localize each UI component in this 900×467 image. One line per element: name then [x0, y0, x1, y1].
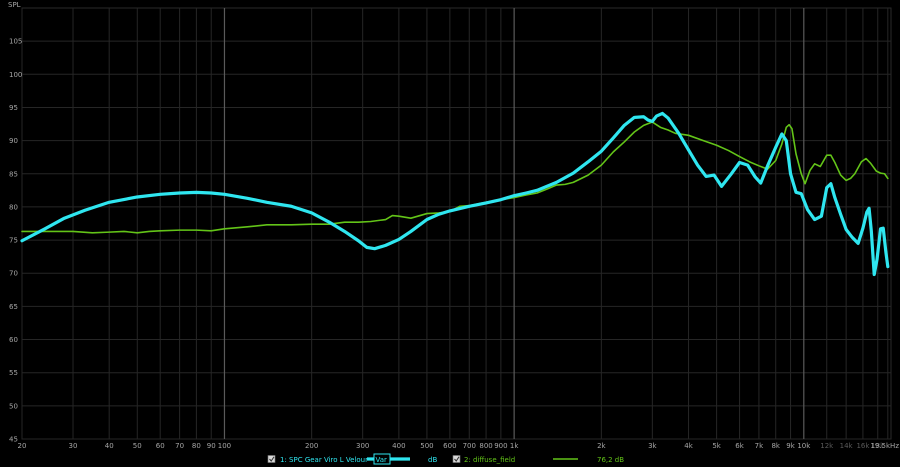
x-tick-label: 3k	[648, 442, 657, 450]
x-tick-label: 400	[392, 442, 405, 450]
x-tick-label: 50	[133, 442, 142, 450]
y-tick-label: 90	[9, 137, 18, 145]
legend-series-2-value: 76,2 dB	[597, 456, 624, 464]
x-tick-label: 8k	[771, 442, 780, 450]
x-tick-label: 4k	[684, 442, 693, 450]
x-tick-label: 600	[443, 442, 456, 450]
x-tick-label: 90	[207, 442, 216, 450]
legend-series-2-checkbox[interactable]	[452, 455, 461, 463]
frequency-response-chart: 4550556065707580859095100105 20 30 40 50 60 7…	[0, 0, 900, 467]
legend-series-1-checkbox[interactable]	[267, 455, 276, 463]
x-tick-label: 300	[356, 442, 369, 450]
y-tick-label: 70	[9, 270, 18, 278]
x-tick-label: 900	[494, 442, 507, 450]
x-tick-label: 500	[420, 442, 433, 450]
x-tick-label: 7k	[755, 442, 764, 450]
x-tick-label: 16k	[856, 442, 870, 450]
y-tick-label: 60	[9, 336, 18, 344]
svg-text:Var: Var	[376, 456, 388, 464]
y-tick-label: 100	[9, 71, 22, 79]
y-tick-label: 55	[9, 369, 18, 377]
legend-series-1-label: 1: SPC Gear Viro L Velour	[280, 456, 368, 464]
x-tick-label: 12k	[820, 442, 834, 450]
y-tick-label: 105	[9, 38, 22, 46]
x-tick-label: 30	[69, 442, 78, 450]
x-tick-label: 6k	[735, 442, 744, 450]
y-axis-label: SPL	[8, 1, 21, 9]
x-tick-label: 1k	[510, 442, 519, 450]
x-tick-label: 5k	[712, 442, 721, 450]
x-tick-label: 800	[479, 442, 492, 450]
x-tick-label: 80	[192, 442, 201, 450]
x-tick-label: 19.5kHz	[870, 442, 899, 450]
x-tick-label: 10k	[797, 442, 811, 450]
legend-series-2-label: 2: diffuse_field	[464, 456, 515, 464]
legend-series-1-unit: dB	[428, 456, 437, 464]
y-tick-label: 95	[9, 104, 18, 112]
x-tick-label: 100	[218, 442, 231, 450]
y-tick-label: 75	[9, 237, 18, 245]
y-tick-label: 50	[9, 402, 18, 410]
x-tick-label: 2k	[597, 442, 606, 450]
x-tick-label: 60	[156, 442, 165, 450]
y-tick-label: 65	[9, 303, 18, 311]
x-tick-label: 20	[18, 442, 27, 450]
y-tick-label: 85	[9, 170, 18, 178]
x-tick-label: 9k	[786, 442, 795, 450]
x-tick-label: 70	[175, 442, 184, 450]
x-tick-label: 40	[105, 442, 114, 450]
y-tick-label: 80	[9, 203, 18, 211]
x-tick-label: 700	[463, 442, 476, 450]
x-tick-label: 200	[305, 442, 318, 450]
x-tick-label: 14k	[840, 442, 854, 450]
